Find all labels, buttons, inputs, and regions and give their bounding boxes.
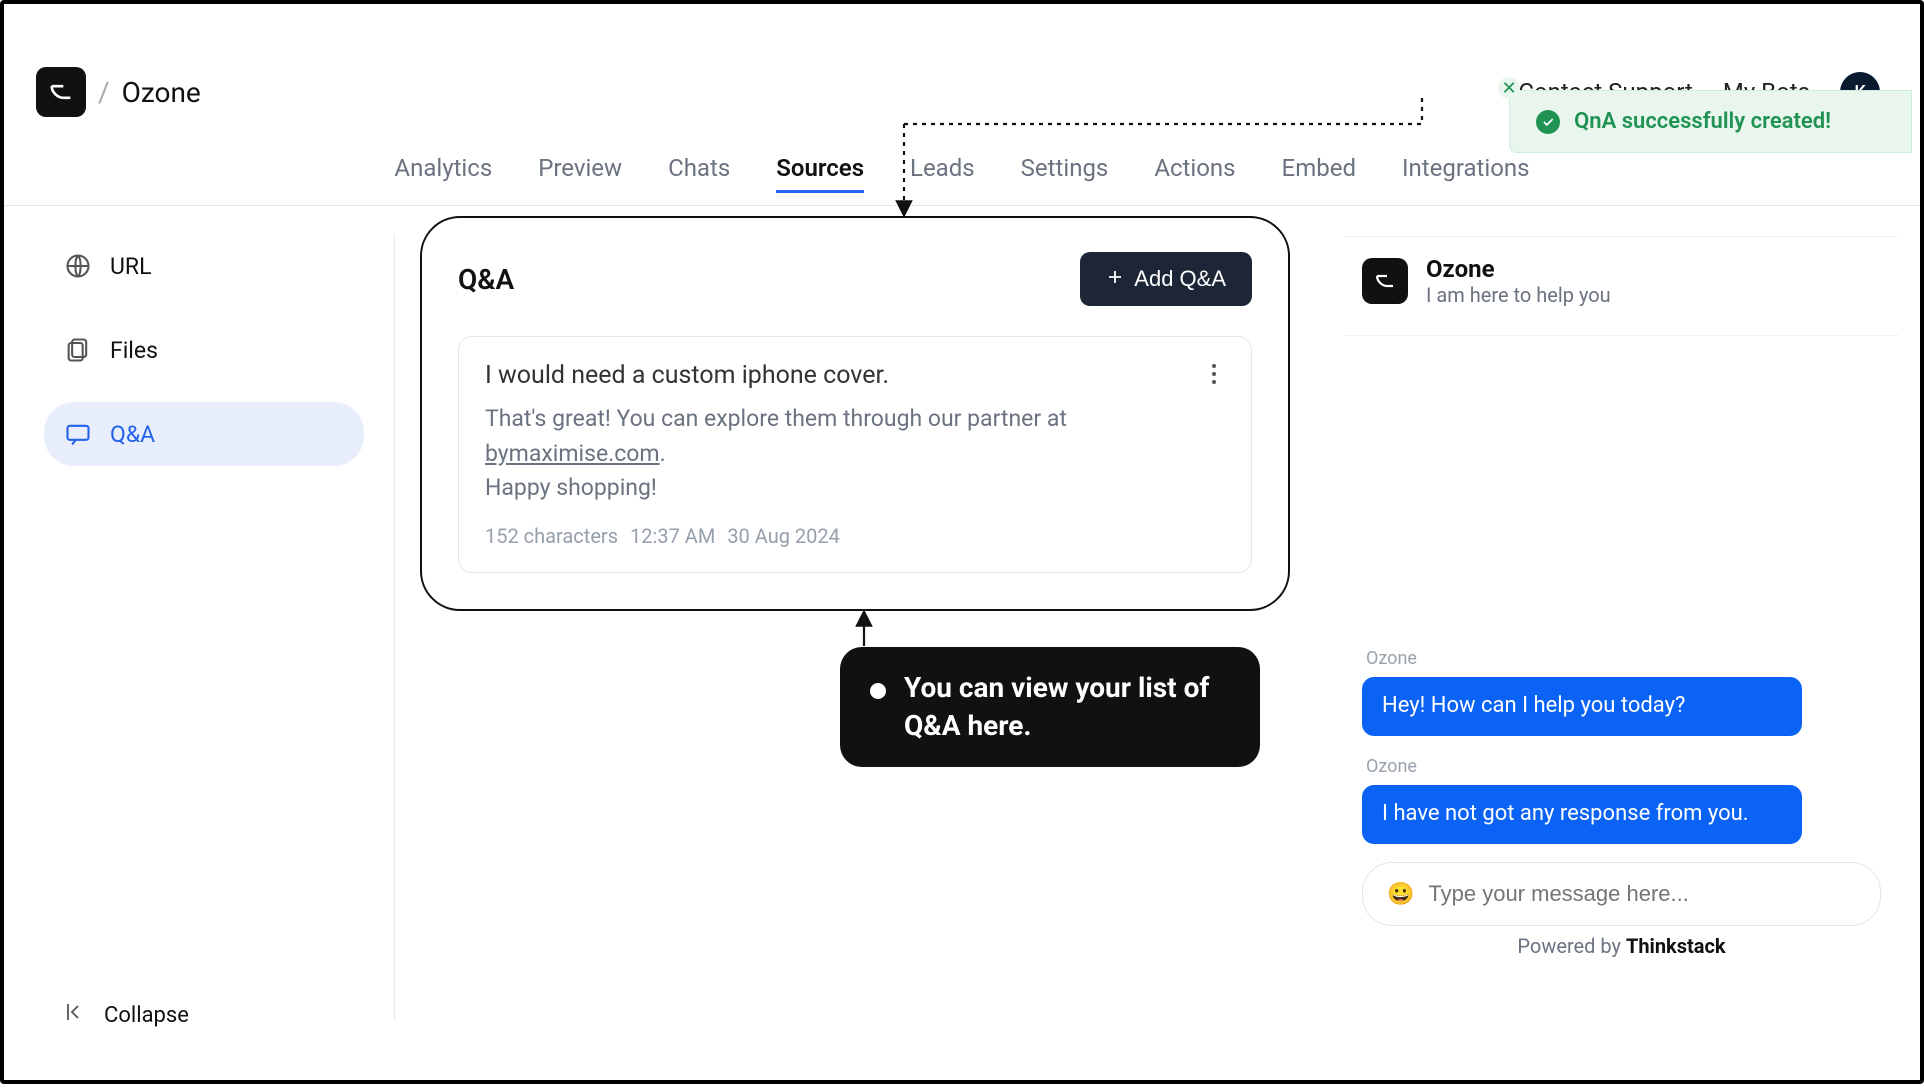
chat-message: Hey! How can I help you today?	[1362, 677, 1802, 736]
qa-answer-link[interactable]: bymaximise.com	[485, 440, 660, 467]
qa-icon	[64, 420, 92, 448]
plus-icon	[1106, 266, 1124, 292]
message-sender: Ozone	[1366, 756, 1881, 777]
sidebar-item-url[interactable]: URL	[44, 234, 364, 298]
breadcrumb-separator: /	[98, 76, 110, 109]
chat-bot-subtitle: I am here to help you	[1426, 283, 1611, 307]
globe-icon	[64, 252, 92, 280]
tooltip-text: You can view your list of Q&A here.	[904, 669, 1230, 745]
chat-preview: Ozone I am here to help you Ozone Hey! H…	[1344, 236, 1899, 976]
qa-card-menu-button[interactable]	[1199, 359, 1229, 389]
qa-section-title: Q&A	[458, 263, 514, 296]
chat-bot-name: Ozone	[1426, 255, 1611, 283]
qa-char-count: 152 characters	[485, 524, 618, 548]
emoji-icon[interactable]: 😀	[1387, 882, 1414, 907]
tab-settings[interactable]: Settings	[1021, 154, 1109, 193]
chat-input-field[interactable]	[1428, 881, 1856, 907]
onboarding-tooltip: You can view your list of Q&A here.	[840, 647, 1260, 767]
add-qa-label: Add Q&A	[1134, 266, 1226, 292]
chat-message: I have not got any response from you.	[1362, 785, 1802, 844]
collapse-label: Collapse	[104, 1003, 189, 1028]
collapse-icon	[64, 1000, 88, 1030]
content-divider	[394, 234, 395, 1020]
sidebar-item-label: URL	[110, 253, 151, 280]
sidebar-item-label: Q&A	[110, 421, 155, 448]
main-tabs: Analytics Preview Chats Sources Leads Se…	[4, 154, 1920, 206]
add-qa-button[interactable]: Add Q&A	[1080, 252, 1252, 306]
tab-integrations[interactable]: Integrations	[1402, 154, 1530, 193]
toast-text: QnA successfully created!	[1574, 109, 1831, 134]
sidebar-item-qa[interactable]: Q&A	[44, 402, 364, 466]
powered-by-brand[interactable]: Thinkstack	[1626, 934, 1726, 958]
tab-analytics[interactable]: Analytics	[394, 154, 492, 193]
qa-date: 30 Aug 2024	[727, 524, 840, 548]
qa-card[interactable]: I would need a custom iphone cover. That…	[458, 336, 1252, 573]
qa-time: 12:37 AM	[630, 524, 715, 548]
chat-input[interactable]: 😀	[1362, 862, 1881, 926]
tab-preview[interactable]: Preview	[538, 154, 622, 193]
tooltip-dot-icon	[870, 683, 886, 699]
tab-chats[interactable]: Chats	[668, 154, 730, 193]
qa-panel: Q&A Add Q&A I would need a custom iphone…	[420, 216, 1290, 611]
sources-sidebar: URL Files Q&A Collapse	[44, 234, 364, 1040]
files-icon	[64, 336, 92, 364]
breadcrumb-bot-name[interactable]: Ozone	[122, 76, 201, 109]
tab-embed[interactable]: Embed	[1282, 154, 1356, 193]
collapse-sidebar-button[interactable]: Collapse	[44, 990, 364, 1040]
qa-question: I would need a custom iphone cover.	[485, 361, 1225, 390]
toast-close-button[interactable]: ✕	[1498, 77, 1520, 99]
qa-answer-text: That's great! You can explore them throu…	[485, 405, 1067, 432]
sidebar-item-files[interactable]: Files	[44, 318, 364, 382]
message-sender: Ozone	[1366, 648, 1881, 669]
tab-actions[interactable]: Actions	[1154, 154, 1235, 193]
qa-answer: That's great! You can explore them throu…	[485, 402, 1085, 506]
success-toast: ✕ QnA successfully created!	[1509, 90, 1912, 153]
sidebar-item-label: Files	[110, 337, 158, 364]
check-circle-icon	[1536, 110, 1560, 134]
tab-sources[interactable]: Sources	[776, 154, 864, 193]
tab-leads[interactable]: Leads	[910, 154, 975, 193]
powered-by: Powered by Thinkstack	[1362, 934, 1881, 958]
chat-bot-logo	[1362, 258, 1408, 304]
app-logo[interactable]	[36, 67, 86, 117]
qa-answer-line2: Happy shopping!	[485, 474, 657, 501]
qa-answer-suffix: .	[660, 440, 666, 467]
